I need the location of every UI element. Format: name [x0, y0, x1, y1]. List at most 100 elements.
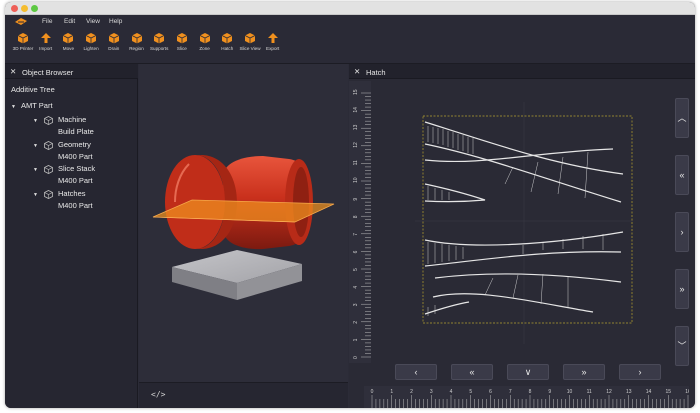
page-down-button[interactable]: »: [675, 269, 689, 309]
ruler-v-label: 11: [353, 160, 359, 165]
lighten-cube-icon: [85, 33, 97, 44]
object-browser-title: Object Browser: [22, 67, 74, 77]
part-bounding-box: [422, 115, 633, 324]
tree-item-geometry[interactable]: Geometry: [58, 140, 91, 149]
close-icon[interactable]: ✕: [10, 67, 16, 76]
scroll-up-button[interactable]: ︿: [675, 98, 689, 138]
code-toggle-icon[interactable]: </>: [151, 390, 165, 399]
hatch-view[interactable]: [373, 82, 663, 357]
tree-title: Additive Tree: [11, 85, 55, 94]
chevron-down-icon[interactable]: ▼: [33, 192, 38, 198]
chevron-down-icon[interactable]: ▼: [33, 118, 38, 124]
hatches-cube-icon: [44, 189, 53, 199]
tree-item-slice-stack[interactable]: Slice Stack: [58, 164, 95, 173]
toolbar-button-label: Export: [266, 46, 280, 51]
toolbar-button-label: Move: [62, 46, 74, 51]
ruler-v-label: 13: [353, 124, 359, 130]
menu-help[interactable]: Help: [109, 18, 122, 25]
ruler-v-label: 3: [353, 303, 359, 306]
ruler-h-label: 5: [469, 389, 472, 395]
tree-child-item[interactable]: M400 Part: [58, 176, 93, 185]
ruler-v-label: 0: [353, 356, 359, 359]
toolbar-button-label: Hatch: [221, 46, 234, 51]
import-arrow-icon: [40, 33, 51, 43]
ruler-h-label: 8: [529, 389, 532, 395]
menu-view[interactable]: View: [86, 18, 100, 25]
ruler-v-label: 9: [353, 198, 359, 201]
close-window-button[interactable]: [11, 5, 18, 12]
ruler-h-label: 11: [587, 389, 592, 395]
toolbar-button-export[interactable]: Export: [259, 32, 287, 62]
hatch-grid: [415, 102, 633, 344]
toolbar-button-label: Drain: [108, 46, 120, 51]
ruler-v-label: 2: [353, 321, 359, 324]
build-plate[interactable]: [172, 250, 302, 300]
tree-item-machine[interactable]: Machine: [58, 115, 86, 124]
object-browser-panel: ✕ Object Browser Additive Tree ▼ AMT Par…: [5, 64, 138, 408]
fast-forward-button[interactable]: »: [563, 364, 605, 380]
fast-back-button[interactable]: «: [451, 364, 493, 380]
ruler-h-label: 14: [646, 389, 652, 395]
ruler-v-label: 8: [353, 215, 359, 218]
supports-cube-icon: [154, 33, 165, 44]
toolbar-button-label: Import: [39, 46, 53, 51]
ruler-h-label: 13: [626, 389, 632, 395]
hatch-cube-icon: [222, 33, 233, 44]
horizontal-ruler: 012345678910111213141516: [364, 386, 691, 408]
ruler-h-label: 9: [548, 389, 551, 395]
slice-stack-icon: [44, 165, 53, 174]
toolbar-button-label: Supports: [149, 46, 169, 51]
ruler-v-label: 1: [353, 338, 359, 341]
chevron-down-icon[interactable]: ▼: [33, 143, 38, 149]
ruler-h-label: 16: [685, 389, 689, 395]
scroll-down-button[interactable]: ﹀: [675, 326, 689, 366]
toolbar: 3D Printer Import Move Lighten Drain Region Su…: [5, 28, 695, 64]
tree-child-item[interactable]: M400 Part: [58, 152, 93, 161]
tree-item-hatches[interactable]: Hatches: [58, 189, 86, 198]
ruler-v-label: 4: [353, 286, 359, 289]
ruler-h-label: 12: [606, 389, 612, 395]
tree-child-item[interactable]: Build Plate: [58, 127, 94, 136]
ruler-h-label: 7: [509, 389, 512, 395]
ruler-v-label: 6: [353, 250, 359, 253]
region-cube-icon: [131, 33, 142, 44]
toolbar-button-label: Slice: [176, 46, 187, 51]
ruler-h-label: 15: [665, 389, 671, 395]
ruler-v-label: 7: [353, 233, 359, 236]
slice-cube-icon: [176, 33, 188, 44]
viewport-footer: </>: [139, 382, 348, 408]
page-up-button[interactable]: «: [675, 155, 689, 195]
menu-edit[interactable]: Edit: [64, 18, 75, 25]
next-button[interactable]: ›: [619, 364, 661, 380]
title-bar: [5, 2, 695, 15]
slice-view-cube-icon: [244, 33, 256, 44]
toolbar-button-label: Lighten: [83, 46, 99, 51]
prev-left-button[interactable]: ‹: [395, 364, 437, 380]
geometry-icon: [44, 140, 53, 150]
zone-cube-icon: [199, 33, 210, 44]
app-logo-icon: [15, 18, 27, 25]
ruler-h-label: 1: [390, 389, 393, 395]
machine-cube-icon: [44, 116, 53, 125]
tree-child-item[interactable]: M400 Part: [58, 201, 93, 210]
object-browser-header: ✕ Object Browser: [5, 64, 138, 79]
ruler-v-label: 12: [353, 142, 359, 148]
ruler-v-label: 15: [353, 89, 359, 95]
drain-cube-icon: [108, 33, 119, 44]
close-icon[interactable]: ✕: [354, 67, 360, 76]
toolbar-button-label: 3D Printer: [12, 46, 34, 51]
minimize-window-button[interactable]: [21, 5, 28, 12]
model-scene: [152, 155, 335, 300]
menu-file[interactable]: File: [42, 18, 52, 25]
vertical-ruler: 0 1 2 3 4 5 6 7 8 9 10 11 12 13 14 15: [349, 81, 371, 363]
next-right-button[interactable]: ›: [675, 212, 689, 252]
down-button[interactable]: ∨: [507, 364, 549, 380]
hatch-header: ✕ Hatch: [349, 64, 695, 79]
ruler-v-label: 5: [353, 268, 359, 271]
tree-root-amt-part[interactable]: AMT Part: [21, 101, 53, 110]
ruler-h-label: 4: [450, 389, 453, 395]
chevron-down-icon[interactable]: ▼: [33, 167, 38, 173]
chevron-down-icon[interactable]: ▼: [11, 104, 16, 110]
3d-viewport[interactable]: </>: [139, 64, 348, 408]
zoom-window-button[interactable]: [31, 5, 38, 12]
